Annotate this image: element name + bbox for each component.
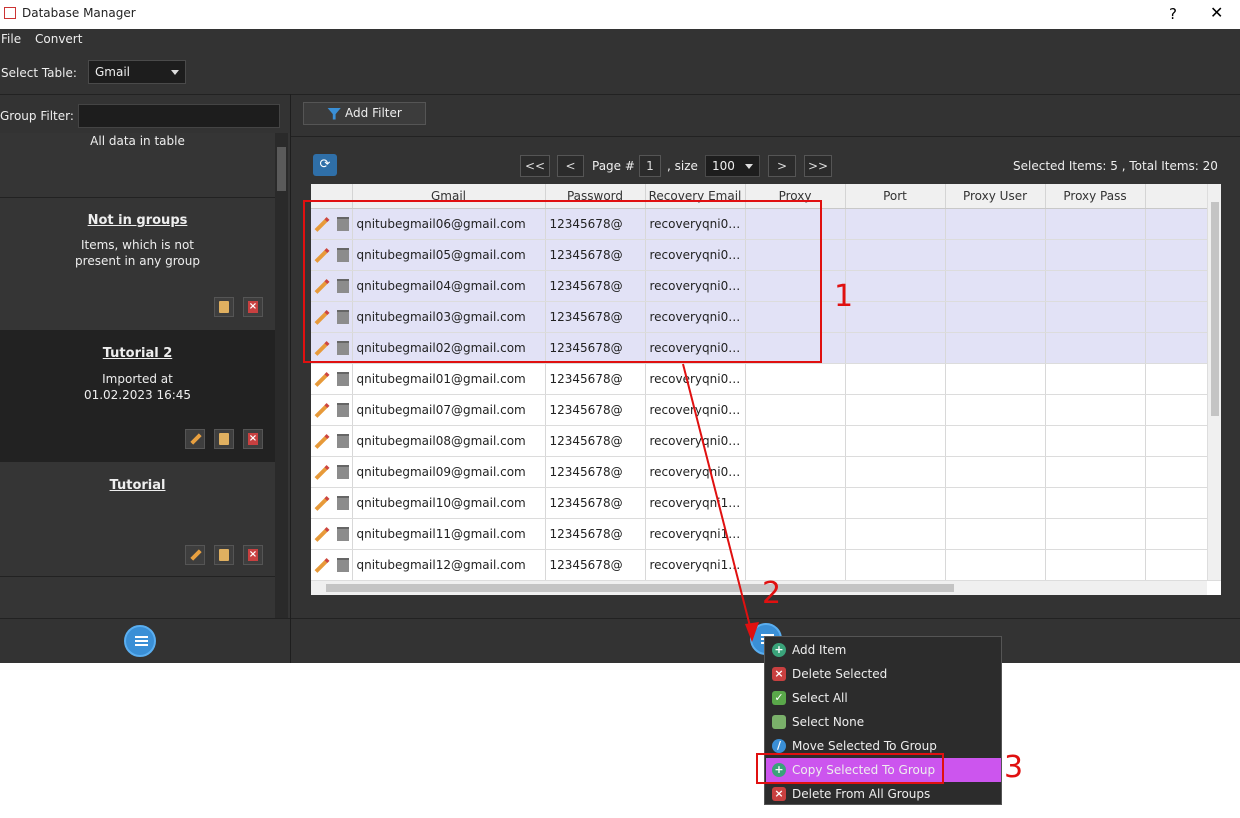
annotation-arrow [682,363,759,642]
